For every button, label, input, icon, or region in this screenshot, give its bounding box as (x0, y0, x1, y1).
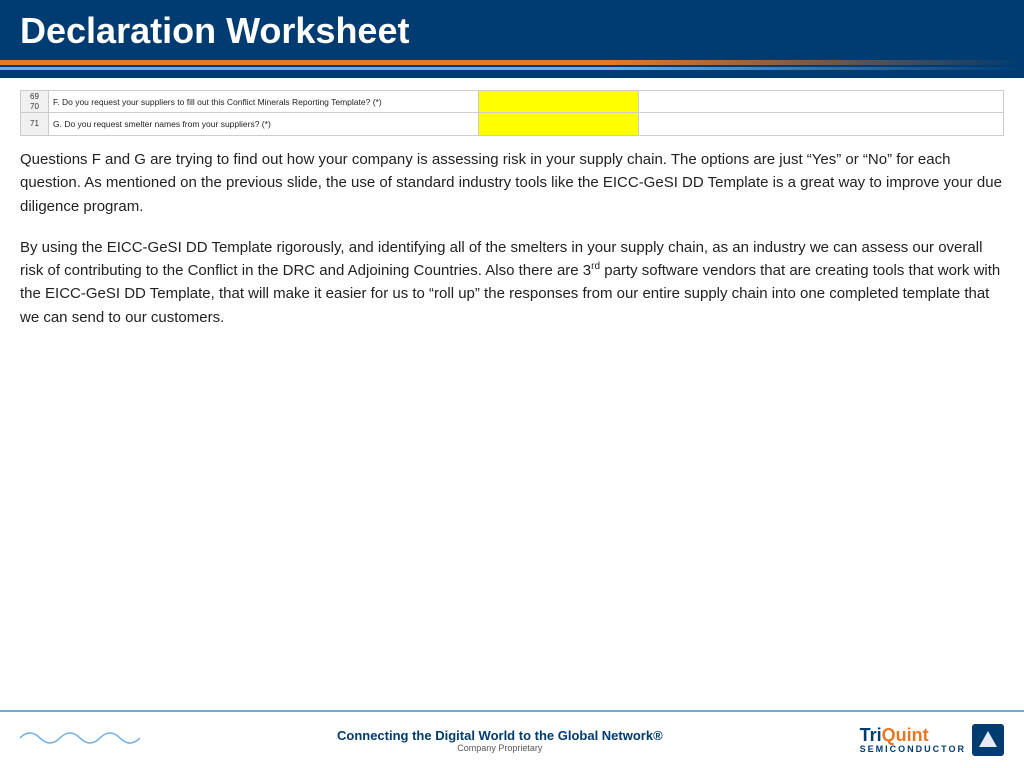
logo-brand-name: TriQuint (860, 726, 966, 744)
question-g-cell: G. Do you request smelter names from you… (49, 113, 479, 135)
header-stripe-container (0, 60, 1024, 78)
extra-f-cell (639, 91, 1003, 112)
logo-icon-svg (977, 729, 999, 751)
footer-sub: Company Proprietary (337, 743, 663, 753)
wave-decoration (20, 723, 140, 758)
paragraph-2: By using the EICC-GeSI DD Template rigor… (20, 236, 1004, 329)
logo-sub-text: SEMICONDUCTOR (860, 744, 966, 754)
superscript-rd: rd (591, 261, 600, 272)
footer-tagline: Connecting the Digital World to the Glob… (337, 728, 663, 743)
logo-text-block: TriQuint SEMICONDUCTOR (860, 726, 966, 754)
page-title: Declaration Worksheet (20, 10, 1004, 52)
answer-g-cell (479, 113, 639, 135)
page-footer: Connecting the Digital World to the Glob… (0, 710, 1024, 768)
paragraph-1: Questions F and G are trying to find out… (20, 148, 1004, 218)
extra-g-cell (639, 113, 1003, 135)
row-numbers-g: 71 (21, 113, 49, 135)
orange-stripe (0, 60, 1024, 65)
spreadsheet-preview: 69 70 F. Do you request your suppliers t… (20, 90, 1004, 136)
logo-icon (972, 724, 1004, 756)
logo-quint: Quint (882, 725, 929, 745)
row-numbers: 69 70 (21, 91, 49, 112)
table-row: 71 G. Do you request smelter names from … (21, 113, 1003, 135)
footer-tagline-area: Connecting the Digital World to the Glob… (337, 728, 663, 753)
main-content: Questions F and G are trying to find out… (20, 148, 1004, 329)
logo-tri: Tri (860, 725, 882, 745)
footer-logo: TriQuint SEMICONDUCTOR (860, 724, 1004, 756)
table-row: 69 70 F. Do you request your suppliers t… (21, 91, 1003, 113)
question-f-cell: F. Do you request your suppliers to fill… (49, 91, 479, 112)
wave-svg (20, 723, 140, 753)
answer-f-cell (479, 91, 639, 112)
page-header: Declaration Worksheet (0, 0, 1024, 60)
blue-stripe (0, 67, 1024, 70)
